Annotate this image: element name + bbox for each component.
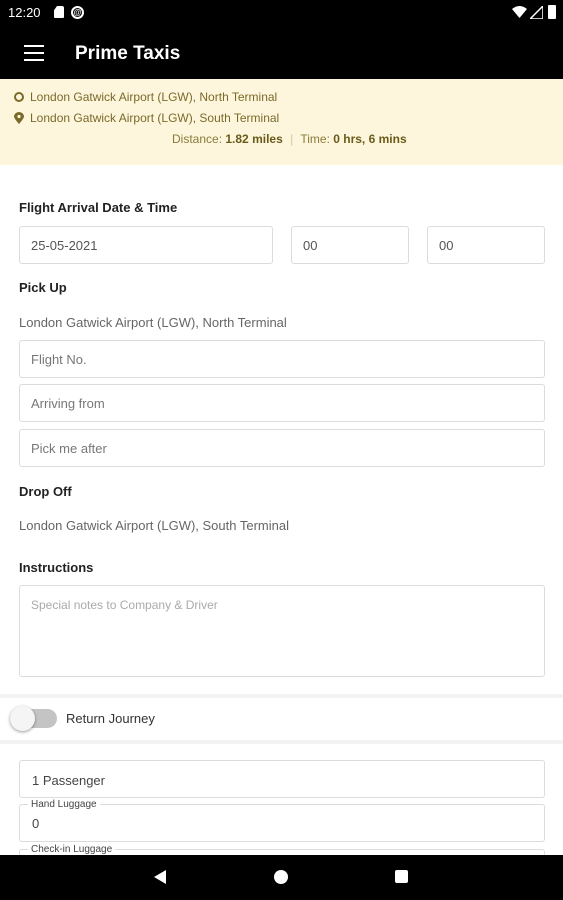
status-bar: 12:20 @: [0, 0, 563, 26]
return-journey-toggle[interactable]: [10, 706, 57, 731]
pickup-heading: Pick Up: [19, 280, 67, 295]
flight-number-input[interactable]: Flight No.: [19, 340, 545, 378]
wifi-icon: [512, 6, 527, 18]
hand-luggage-value: 0: [32, 816, 40, 831]
hand-luggage-label: Hand Luggage: [28, 799, 100, 810]
route-dropoff-text: London Gatwick Airport (LGW), South Term…: [30, 111, 280, 125]
instructions-textarea[interactable]: Special notes to Company & Driver: [19, 585, 545, 677]
return-journey-label: Return Journey: [66, 711, 155, 726]
route-meta: Distance: 1.82 miles | Time: 0 hrs, 6 mi…: [172, 132, 407, 146]
status-time: 12:20: [8, 5, 41, 20]
dropoff-heading: Drop Off: [19, 484, 72, 499]
at-sign-icon: @: [71, 6, 84, 19]
hand-luggage-field[interactable]: Hand Luggage 0: [19, 799, 545, 842]
app-title: Prime Taxis: [75, 43, 181, 64]
app-bar: Prime Taxis: [0, 26, 563, 79]
route-dropoff: London Gatwick Airport (LGW), South Term…: [14, 111, 279, 125]
location-pin-icon: [14, 112, 24, 124]
battery-icon: [548, 5, 556, 19]
signal-icon: [530, 6, 543, 19]
route-summary: London Gatwick Airport (LGW), North Term…: [0, 79, 563, 165]
flight-minute-field[interactable]: 00: [427, 226, 545, 264]
pick-me-after-input[interactable]: Pick me after: [19, 429, 545, 467]
home-icon[interactable]: [274, 870, 288, 884]
menu-icon[interactable]: [24, 45, 44, 61]
origin-marker-icon: [14, 92, 24, 102]
dropoff-address: London Gatwick Airport (LGW), South Term…: [19, 518, 289, 533]
flight-arrival-heading: Flight Arrival Date & Time: [19, 200, 178, 215]
flight-hour-field[interactable]: 00: [291, 226, 409, 264]
passengers-select[interactable]: 1 Passenger: [19, 760, 545, 798]
system-nav-bar: [0, 855, 563, 900]
arriving-from-input[interactable]: Arriving from: [19, 384, 545, 422]
distance-value: 1.82 miles: [225, 132, 283, 146]
time-label: Time:: [300, 132, 330, 146]
divider: [0, 694, 563, 698]
passengers-value: 1 Passenger: [32, 773, 105, 788]
time-value: 0 hrs, 6 mins: [333, 132, 407, 146]
flight-date-field[interactable]: 25-05-2021: [19, 226, 273, 264]
route-pickup: London Gatwick Airport (LGW), North Term…: [14, 90, 277, 104]
toggle-thumb: [10, 706, 35, 731]
checkin-luggage-label: Check-in Luggage: [28, 844, 116, 855]
route-pickup-text: London Gatwick Airport (LGW), North Term…: [30, 90, 278, 104]
distance-label: Distance:: [172, 132, 223, 146]
sd-card-icon: [54, 6, 64, 18]
pickup-address: London Gatwick Airport (LGW), North Term…: [19, 315, 287, 330]
meta-separator: |: [290, 132, 294, 146]
recents-icon[interactable]: [395, 870, 408, 883]
divider: [0, 740, 563, 744]
back-icon[interactable]: [154, 870, 166, 884]
instructions-heading: Instructions: [19, 560, 94, 575]
